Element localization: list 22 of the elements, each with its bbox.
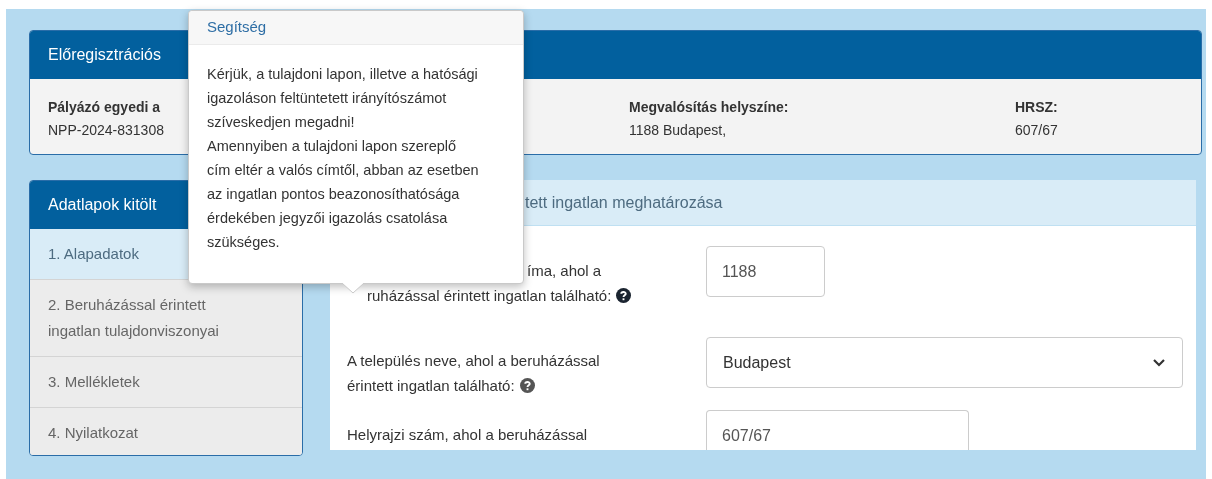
field-value: NPP-2024-831308: [48, 121, 164, 140]
field-label: Megvalósítás helyszíne:: [629, 98, 789, 117]
field-value: 1188 Budapest,: [629, 121, 727, 140]
field-label: íma, ahol a: [527, 261, 602, 281]
panel-title: Előregisztrációs: [48, 45, 161, 65]
select-dropdown[interactable]: Budapest: [706, 337, 1183, 388]
tooltip-text: Kérjük, a tulajdoni lapon, illetve a hatósági igazoláson feltüntetett irányítószámot szíveskedjen megadni!: [207, 65, 479, 132]
field-value: 607/67: [1015, 121, 1058, 140]
field-label: Pályázó egyedi a: [48, 98, 161, 117]
field-label: HRSZ:: [1015, 98, 1058, 117]
help-icon[interactable]: [519, 378, 535, 393]
sidebar-title: Adatlapok kitölt: [48, 195, 157, 215]
input-field[interactable]: 1188: [706, 246, 825, 297]
field-label: Helyrajzi szám, ahol a beruházással: [347, 425, 588, 445]
field-label: érintett ingatlan található:: [347, 376, 515, 396]
field-label: ruházással érintett ingatlan található:: [367, 286, 612, 306]
section-title: tett ingatlan meghatározása: [525, 192, 723, 213]
field-label: A település neve, ahol a beruházással: [347, 351, 600, 371]
tooltip-title: Segítség: [207, 17, 267, 38]
help-icon[interactable]: [616, 288, 632, 303]
input-field[interactable]: 607/67: [706, 410, 969, 450]
chevron-down-icon: [1152, 357, 1166, 368]
